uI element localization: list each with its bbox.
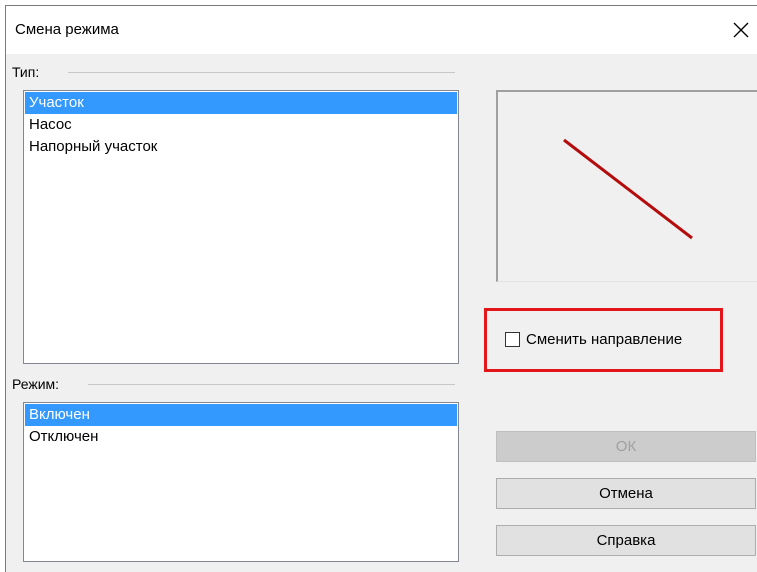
type-group-label: Тип: — [12, 64, 44, 80]
list-item-mode[interactable]: Отключен — [25, 426, 457, 448]
ok-button[interactable]: ОК — [496, 431, 756, 462]
dialog-title: Смена режима — [15, 21, 119, 38]
change-mode-dialog: Смена режима Тип: Участок Насос Напорный… — [5, 5, 757, 572]
change-direction-checkbox[interactable] — [505, 331, 520, 347]
type-group-divider — [68, 72, 455, 73]
close-icon — [733, 22, 749, 38]
pipe-segment-line — [563, 138, 693, 240]
change-direction-option[interactable]: Сменить направление — [505, 329, 682, 349]
list-item-mode[interactable]: Включен — [25, 404, 457, 426]
title-bar: Смена режима — [6, 6, 757, 54]
cancel-button[interactable]: Отмена — [496, 478, 756, 509]
list-item-type[interactable]: Участок — [25, 92, 457, 114]
mode-group-label: Режим: — [12, 376, 64, 392]
help-button[interactable]: Справка — [496, 525, 756, 556]
mode-group-divider — [88, 384, 455, 385]
change-direction-label: Сменить направление — [526, 330, 683, 348]
close-button[interactable] — [723, 14, 757, 46]
preview-panel — [496, 90, 757, 282]
pipe-segment-preview — [563, 138, 693, 240]
list-item-type[interactable]: Насос — [25, 114, 457, 136]
mode-listbox[interactable]: Включен Отключен — [23, 402, 459, 562]
list-item-type[interactable]: Напорный участок — [25, 136, 457, 158]
type-listbox[interactable]: Участок Насос Напорный участок — [23, 90, 459, 364]
